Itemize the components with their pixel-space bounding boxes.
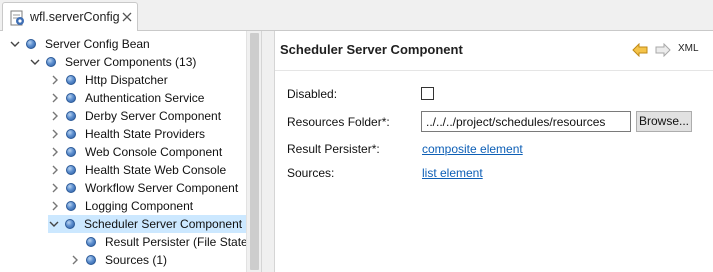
back-arrow-icon[interactable] <box>632 43 648 57</box>
chevron-down-icon[interactable] <box>48 218 60 230</box>
bean-node-icon <box>65 219 75 229</box>
details-panel: Scheduler Server Component XML Disabled:… <box>275 31 713 272</box>
tree-scrollbar[interactable] <box>246 31 261 272</box>
chevron-right-icon[interactable] <box>49 74 61 86</box>
tree-item[interactable]: Logging Component <box>49 197 193 215</box>
chevron-right-icon[interactable] <box>49 128 61 140</box>
editor-tab-bar: wfl.serverConfig <box>0 0 713 32</box>
disabled-label: Disabled: <box>287 87 338 101</box>
tree-item-label: Derby Server Component <box>85 109 222 123</box>
chevron-right-icon[interactable] <box>49 92 61 104</box>
bean-node-icon <box>66 75 76 85</box>
bean-node-icon <box>66 165 76 175</box>
tree-item[interactable]: Scheduler Server Component <box>48 215 246 233</box>
tree-item[interactable]: Server Components (13) <box>29 53 196 71</box>
bean-node-icon <box>66 147 76 157</box>
bean-node-icon <box>86 255 96 265</box>
xml-view-button[interactable]: XML <box>678 43 699 54</box>
details-title: Scheduler Server Component <box>280 42 463 57</box>
tree-item-label: Scheduler Server Component <box>84 217 243 231</box>
tree-item-label: Server Components (13) <box>65 55 197 69</box>
tree-item-label: Server Config Bean <box>45 37 150 51</box>
disabled-checkbox[interactable] <box>421 87 434 100</box>
editor-tab[interactable]: wfl.serverConfig <box>2 2 138 32</box>
tree-item[interactable]: Sources (1) <box>69 251 167 269</box>
bean-node-icon <box>46 57 56 67</box>
tree-item-label: Workflow Server Component <box>85 181 239 195</box>
tree-item[interactable]: Derby Server Component <box>49 107 221 125</box>
tree-item[interactable]: Server Config Bean <box>9 35 150 53</box>
resources-folder-label: Resources Folder*: <box>287 115 390 129</box>
tree-item-label: Authentication Service <box>85 91 205 105</box>
tree-item[interactable]: Health State Web Console <box>49 161 226 179</box>
tree-item-label: Http Dispatcher <box>85 73 168 87</box>
browse-button[interactable]: Browse... <box>636 111 692 132</box>
result-persister-label: Result Persister*: <box>287 142 380 156</box>
editor-tab-title: wfl.serverConfig <box>30 10 120 24</box>
tree-scrollbar-thumb[interactable] <box>250 33 259 270</box>
tree-item-label: Logging Component <box>85 199 194 213</box>
chevron-down-icon[interactable] <box>29 56 41 68</box>
chevron-right-icon[interactable] <box>69 254 81 266</box>
chevron-down-icon[interactable] <box>9 38 21 50</box>
chevron-right-icon[interactable] <box>49 164 61 176</box>
tree-item[interactable]: Workflow Server Component <box>49 179 238 197</box>
chevron-right-icon[interactable] <box>49 146 61 158</box>
tree-item[interactable]: Http Dispatcher <box>49 71 168 89</box>
bean-node-icon <box>66 111 76 121</box>
sources-label: Sources: <box>287 166 335 180</box>
bean-node-icon <box>66 129 76 139</box>
config-file-icon <box>10 10 24 26</box>
tree-item-label: Result Persister (File State F <box>105 235 259 249</box>
close-icon[interactable] <box>120 10 134 24</box>
tree-item-label: Health State Web Console <box>85 163 227 177</box>
tree-item-label: Health State Providers <box>85 127 206 141</box>
tree-item[interactable]: Result Persister (File State F <box>69 233 258 251</box>
tree-item[interactable]: Web Console Component <box>49 143 222 161</box>
chevron-right-icon[interactable] <box>49 110 61 122</box>
panel-splitter[interactable] <box>261 31 275 272</box>
tree-item-label: Web Console Component <box>85 145 223 159</box>
resources-folder-input[interactable] <box>421 111 631 132</box>
tree-item[interactable]: Authentication Service <box>49 89 204 107</box>
chevron-right-icon[interactable] <box>49 200 61 212</box>
forward-arrow-icon[interactable] <box>655 43 671 57</box>
config-tree: Server Config Bean Server Components (13)… <box>0 31 261 272</box>
bean-node-icon <box>66 93 76 103</box>
bean-node-icon <box>66 201 76 211</box>
details-header: Scheduler Server Component XML <box>275 31 713 71</box>
bean-node-icon <box>86 237 96 247</box>
bean-node-icon <box>66 183 76 193</box>
tree-item-label: Sources (1) <box>105 253 168 267</box>
chevron-right-icon[interactable] <box>49 182 61 194</box>
sources-link[interactable]: list element <box>422 166 483 180</box>
bean-node-icon <box>26 39 36 49</box>
tree-item[interactable]: Health State Providers <box>49 125 205 143</box>
result-persister-link[interactable]: composite element <box>422 142 523 156</box>
